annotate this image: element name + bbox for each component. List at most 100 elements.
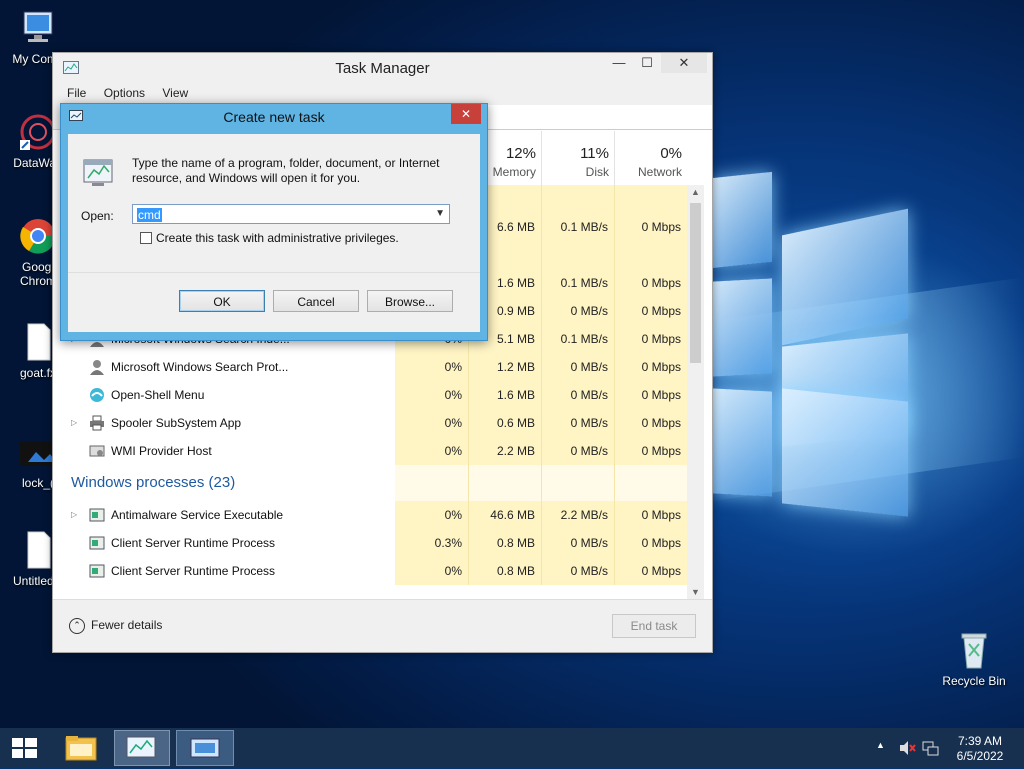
taskbar: ▲ 7:39 AM 6/5/2022	[0, 728, 1024, 768]
disk-cell: 0.1 MB/s	[541, 213, 614, 241]
clock-date: 6/5/2022	[956, 749, 1004, 763]
disk-cell: 0 MB/s	[541, 381, 614, 409]
logo-pane-3	[712, 278, 772, 377]
logo-pane-6	[782, 388, 908, 517]
desktop-icon-recycle-bin[interactable]: Recycle Bin	[936, 630, 1012, 688]
table-row[interactable]: ▷ Antimalware Service Executable 0% 46.6…	[53, 501, 687, 529]
network-cell: 0 Mbps	[614, 213, 687, 241]
end-task-button[interactable]: End task	[612, 614, 696, 638]
group-title: Windows processes (23)	[71, 474, 236, 491]
group-header-windows-processes[interactable]: Windows processes (23)	[53, 465, 687, 501]
disk-cell: 0 MB/s	[541, 297, 614, 325]
cpu-cell: 0%	[395, 409, 468, 437]
dialog-close-button[interactable]: ✕	[451, 104, 481, 124]
service-process-icon	[89, 507, 105, 523]
column-header-network[interactable]: 0% Network	[614, 131, 688, 185]
taskbar-file-explorer[interactable]	[58, 730, 104, 766]
open-shell-icon	[89, 387, 105, 403]
tab-processes[interactable]	[483, 105, 712, 129]
cpu-cell: 0.3%	[395, 529, 468, 557]
admin-privileges-label[interactable]: Create this task with administrative pri…	[156, 231, 399, 245]
scrollbar-thumb[interactable]	[690, 203, 701, 363]
network-cell: 0 Mbps	[614, 557, 687, 585]
taskbar-run-dialog[interactable]	[176, 730, 234, 766]
minimize-button[interactable]: —	[605, 53, 633, 73]
network-cell	[614, 241, 687, 269]
tray-overflow-arrow-icon[interactable]: ▲	[876, 740, 885, 750]
disk-cell: 2.2 MB/s	[541, 501, 614, 529]
table-row[interactable]: ▷ Spooler SubSystem App 0% 0.6 MB 0 MB/s…	[53, 409, 687, 437]
disk-cell: 0 MB/s	[541, 529, 614, 557]
memory-cell: 1.6 MB	[468, 381, 541, 409]
menu-view[interactable]: View	[162, 83, 188, 103]
process-name: Microsoft Windows Search Prot...	[111, 360, 289, 374]
clock[interactable]: 7:39 AM 6/5/2022	[952, 734, 1008, 764]
column-header-disk[interactable]: 11% Disk	[541, 131, 615, 185]
expand-arrow-icon[interactable]: ▷	[71, 501, 77, 529]
disk-cell: 0.1 MB/s	[541, 269, 614, 297]
process-name: Client Server Runtime Process	[111, 564, 276, 578]
process-name: Antimalware Service Executable	[111, 508, 284, 522]
ok-button[interactable]: OK	[179, 290, 265, 312]
maximize-button[interactable]: ☐	[633, 53, 661, 73]
run-dialog-icon	[190, 738, 220, 758]
scroll-up-icon[interactable]: ▲	[687, 187, 704, 197]
clock-time: 7:39 AM	[957, 734, 1003, 748]
admin-privileges-checkbox[interactable]	[140, 232, 152, 244]
network-icon[interactable]	[922, 740, 940, 759]
close-button[interactable]: ✕	[661, 53, 707, 73]
menu-file[interactable]: File	[67, 83, 86, 103]
open-input-value[interactable]: cmd	[137, 208, 162, 222]
disk-cell: 0 MB/s	[541, 353, 614, 381]
network-cell	[614, 465, 687, 501]
process-name: Client Server Runtime Process	[111, 536, 276, 550]
disk-cell	[541, 465, 614, 501]
task-manager-icon	[126, 736, 156, 758]
network-cell: 0 Mbps	[614, 381, 687, 409]
process-name: WMI Provider Host	[111, 444, 212, 458]
open-combobox[interactable]: cmd ▼	[132, 204, 450, 224]
table-row[interactable]: Open-Shell Menu 0% 1.6 MB 0 MB/s 0 Mbps	[53, 381, 687, 409]
memory-cell	[468, 465, 541, 501]
recycle-bin-icon	[954, 630, 994, 670]
process-name: Spooler SubSystem App	[111, 416, 242, 430]
table-row[interactable]: Client Server Runtime Process 0.3% 0.8 M…	[53, 529, 687, 557]
table-row[interactable]: WMI Provider Host 0% 2.2 MB 0 MB/s 0 Mbp…	[53, 437, 687, 465]
disk-percent: 11%	[580, 145, 609, 162]
user-process-icon	[89, 359, 105, 375]
browse-button[interactable]: Browse...	[367, 290, 453, 312]
network-column-label: Network	[637, 165, 682, 179]
table-row[interactable]: Client Server Runtime Process 0% 0.8 MB …	[53, 557, 687, 585]
disk-cell: 0 MB/s	[541, 557, 614, 585]
chevron-up-icon: ⌃	[69, 618, 85, 634]
dialog-title: Create new task	[223, 109, 325, 125]
chevron-down-icon[interactable]: ▼	[435, 208, 445, 219]
dialog-body: Type the name of a program, folder, docu…	[68, 134, 480, 332]
cancel-button[interactable]: Cancel	[273, 290, 359, 312]
disk-cell: 0.1 MB/s	[541, 325, 614, 353]
folder-icon	[65, 736, 97, 761]
network-cell: 0 Mbps	[614, 501, 687, 529]
printer-icon	[89, 415, 105, 431]
start-button[interactable]	[6, 730, 42, 766]
expand-arrow-icon[interactable]: ▷	[71, 409, 77, 437]
dialog-description: Type the name of a program, folder, docu…	[132, 156, 440, 185]
memory-cell: 2.2 MB	[468, 437, 541, 465]
task-manager-titlebar[interactable]: Task Manager — ☐ ✕	[53, 53, 712, 83]
process-name: Open-Shell Menu	[111, 388, 205, 402]
cpu-cell: 0%	[395, 353, 468, 381]
taskbar-task-manager[interactable]	[114, 730, 170, 766]
fewer-details-link[interactable]: ⌃ Fewer details	[69, 618, 162, 634]
network-cell: 0 Mbps	[614, 297, 687, 325]
table-row[interactable]: Microsoft Windows Search Prot... 0% 1.2 …	[53, 353, 687, 381]
network-cell: 0 Mbps	[614, 529, 687, 557]
scroll-down-icon[interactable]: ▼	[687, 587, 704, 597]
logo-pane-1	[712, 171, 772, 269]
speaker-muted-icon[interactable]	[898, 740, 916, 759]
network-cell: 0 Mbps	[614, 353, 687, 381]
task-manager-footer: ⌃ Fewer details End task	[53, 599, 712, 652]
menu-bar: File Options View	[53, 83, 712, 104]
menu-options[interactable]: Options	[104, 83, 145, 103]
logo-pane-5	[712, 388, 772, 497]
vertical-scrollbar[interactable]: ▲ ▼	[687, 185, 704, 599]
